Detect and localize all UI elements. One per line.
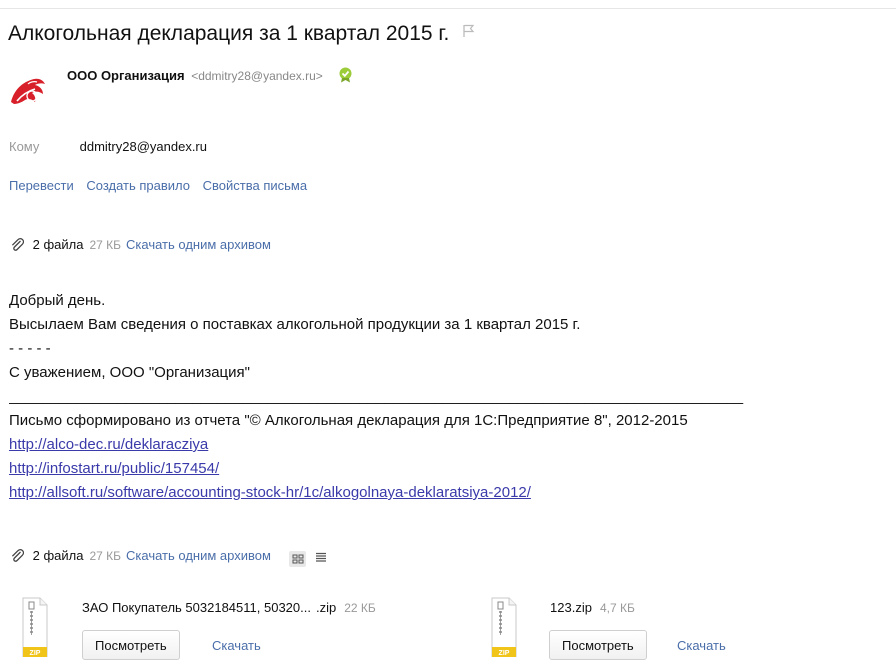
body-line: Высылаем Вам сведения о поставках алкого… xyxy=(9,316,581,333)
sender-email[interactable]: <ddmitry28@yandex.ru> xyxy=(191,69,323,83)
body-link-allsoft[interactable]: http://allsoft.ru/software/accounting-st… xyxy=(9,484,531,501)
message-body: Добрый день. Высылаем Вам сведения о пос… xyxy=(9,289,896,505)
view-toggle xyxy=(288,550,328,567)
zip-file-icon[interactable]: ZIP xyxy=(491,597,517,658)
attachments-summary-top: 2 файла 27 КБ Скачать одним архивом xyxy=(10,237,271,255)
attachment-ext: .zip xyxy=(571,600,592,615)
download-attachment-link[interactable]: Скачать xyxy=(212,638,261,653)
paperclip-icon xyxy=(10,548,25,566)
view-attachment-button[interactable]: Посмотреть xyxy=(82,630,180,660)
attachments-count: 2 файла xyxy=(32,237,84,252)
subject-text: Алкогольная декларация за 1 квартал 2015… xyxy=(8,22,450,45)
verified-sender-icon xyxy=(338,67,353,86)
list-view-icon[interactable] xyxy=(315,551,327,566)
dashes-line: - - - - - xyxy=(9,340,51,357)
zip-badge-label: ZIP xyxy=(30,650,41,657)
attachments-size: 27 КБ xyxy=(89,238,122,252)
to-label: Кому xyxy=(9,139,40,154)
recipient-row: Кому ddmitry28@yandex.ru xyxy=(9,139,207,154)
attachment-name[interactable]: 123.zip 4,7 КБ xyxy=(550,600,635,615)
sender-name[interactable]: ООО Организация xyxy=(67,68,185,83)
flag-icon[interactable] xyxy=(463,20,475,44)
view-attachment-button[interactable]: Посмотреть xyxy=(549,630,647,660)
zip-file-icon[interactable]: ZIP xyxy=(22,597,48,658)
generated-line: Письмо сформировано из отчета "© Алкогол… xyxy=(9,412,688,429)
attachment-ext: .zip xyxy=(315,600,337,615)
zip-badge-label: ZIP xyxy=(499,650,510,657)
attachment-name[interactable]: ЗАО Покупатель 5032184511, 50320... .zip 2… xyxy=(82,600,376,615)
body-link-alco-dec[interactable]: http://alco-dec.ru/deklaracziya xyxy=(9,436,208,453)
paperclip-icon xyxy=(10,237,25,255)
translate-link[interactable]: Перевести xyxy=(9,178,74,193)
attachment-size: 4,7 КБ xyxy=(599,601,635,615)
message-properties-link[interactable]: Свойства письма xyxy=(203,178,307,193)
recipient-email[interactable]: ddmitry28@yandex.ru xyxy=(80,139,207,154)
download-archive-link[interactable]: Скачать одним архивом xyxy=(126,548,271,563)
top-divider xyxy=(0,8,896,9)
attachment-file: ZIP 123.zip 4,7 КБ Посмотреть Скачать xyxy=(491,597,891,660)
greeting-line: Добрый день. xyxy=(9,292,106,309)
attachment-file: ZIP ЗАО Покупатель 5032184511, 50320....… xyxy=(22,597,462,660)
sender-line: ООО Организация <ddmitry28@yandex.ru> xyxy=(67,67,353,86)
sender-avatar[interactable] xyxy=(8,68,48,112)
body-link-infostart[interactable]: http://infostart.ru/public/157454/ xyxy=(9,460,219,477)
attachments-size: 27 КБ xyxy=(89,549,122,563)
message-actions: Перевести Создать правило Свойства письм… xyxy=(9,178,316,193)
download-attachment-link[interactable]: Скачать xyxy=(677,638,726,653)
grid-view-icon[interactable] xyxy=(288,550,306,567)
attachment-filename: 123 xyxy=(550,600,572,615)
attachment-filename: ЗАО Покупатель 5032184511, 50320... xyxy=(82,600,311,615)
download-archive-link[interactable]: Скачать одним архивом xyxy=(126,237,271,252)
create-rule-link[interactable]: Создать правило xyxy=(86,178,190,193)
message-subject: Алкогольная декларация за 1 квартал 2015… xyxy=(8,20,475,46)
attachments-summary-bottom: 2 файла 27 КБ Скачать одним архивом xyxy=(10,548,327,567)
attachments-count: 2 файла xyxy=(32,548,84,563)
regards-line: С уважением, ООО "Организация" xyxy=(9,364,250,381)
attachment-size: 22 КБ xyxy=(344,601,376,615)
separator-line: ________________________________________… xyxy=(9,388,744,405)
